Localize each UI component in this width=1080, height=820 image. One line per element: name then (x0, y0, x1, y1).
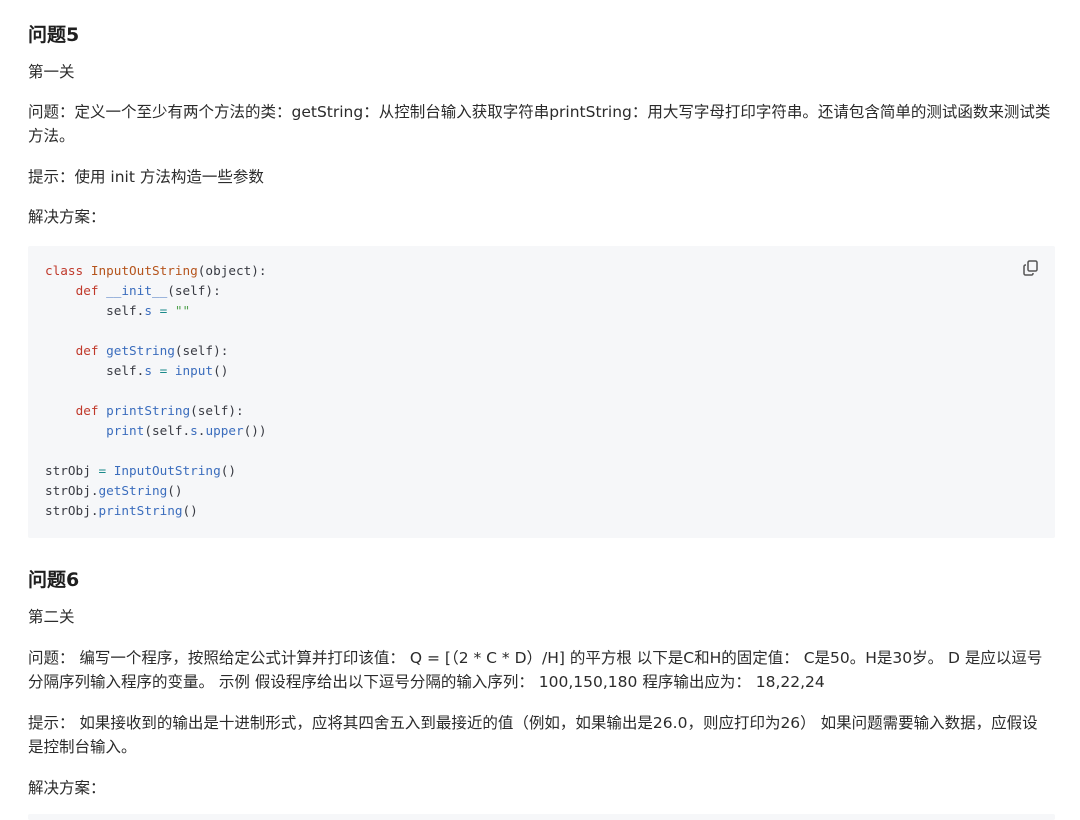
code-token: = (151, 303, 175, 318)
code-token: () (182, 503, 198, 518)
code-line: strObj = InputOutString() (45, 461, 267, 481)
question-6-hint: 提示： 如果接收到的输出是十进制形式，应将其四舍五入到最接近的值（例如，如果输出… (28, 714, 1038, 756)
code-token: s (144, 363, 152, 378)
code-token: = (90, 463, 114, 478)
code-line: class InputOutString(object): (45, 261, 267, 281)
code-token: InputOutString (90, 263, 198, 278)
code-token: (object): (197, 263, 267, 278)
code-token: s (144, 303, 152, 318)
code-token: = (151, 363, 175, 378)
question-5-level: 第一关 (28, 63, 75, 81)
code-token: print (106, 423, 145, 438)
copy-code-button[interactable] (1021, 258, 1041, 278)
question-6-text: 问题： 编写一个程序，按照给定公式计算并打印该值： Q = [（2 * C * … (28, 649, 1043, 691)
code-token: def (75, 283, 107, 298)
article: 问题5 第一关 问题：定义一个至少有两个方法的类：getString：从控制台输… (0, 0, 1080, 820)
code-token: (self): (167, 283, 221, 298)
code-token: __init__ (106, 283, 168, 298)
code-line: print(self.s.upper()) (45, 421, 267, 441)
code-token: getString (106, 343, 175, 358)
code-token: input (174, 363, 214, 378)
code-content[interactable]: class InputOutString(object): def __init… (45, 261, 267, 521)
code-line: def getString(self): (45, 341, 267, 361)
question-5-text: 问题：定义一个至少有两个方法的类：getString：从控制台输入获取字符串pr… (28, 103, 1051, 145)
code-token: () (167, 483, 183, 498)
code-line: self.s = "" (45, 301, 267, 321)
code-token: (self): (174, 343, 229, 358)
code-token: s (190, 423, 198, 438)
code-token: strObj. (45, 503, 99, 518)
question-6-solution-label: 解决方案： (28, 779, 106, 797)
code-token: self. (45, 363, 145, 378)
code-token: def (75, 403, 107, 418)
code-line: strObj.getString() (45, 481, 267, 501)
code-token: (self): (190, 403, 244, 418)
question-5-solution-label: 解决方案： (28, 208, 106, 226)
code-token: "" (174, 303, 191, 318)
code-token: def (75, 343, 107, 358)
code-block-question-5: class InputOutString(object): def __init… (28, 246, 1055, 538)
code-token: upper (205, 423, 244, 438)
code-line: def __init__(self): (45, 281, 267, 301)
code-token: InputOutString (113, 463, 221, 478)
code-token: () (213, 363, 229, 378)
code-block-question-6 (28, 814, 1055, 820)
code-token: class (45, 263, 91, 278)
code-token: getString (98, 483, 168, 498)
code-token: printString (106, 403, 191, 418)
code-token: self. (45, 303, 145, 318)
question-5-hint: 提示：使用 init 方法构造一些参数 (28, 168, 264, 186)
code-token: strObj (45, 463, 91, 478)
code-line: self.s = input() (45, 361, 267, 381)
code-line: def printString(self): (45, 401, 267, 421)
code-token: () (220, 463, 236, 478)
copy-icon (1023, 260, 1038, 276)
code-token: printString (98, 503, 183, 518)
question-6-level: 第二关 (28, 608, 75, 626)
question-6-title: 问题6 (28, 569, 80, 591)
code-token: strObj. (45, 483, 99, 498)
code-token: (self. (144, 423, 191, 438)
code-line: strObj.printString() (45, 501, 267, 521)
question-5-title: 问题5 (28, 24, 80, 46)
code-token: ()) (243, 423, 267, 438)
